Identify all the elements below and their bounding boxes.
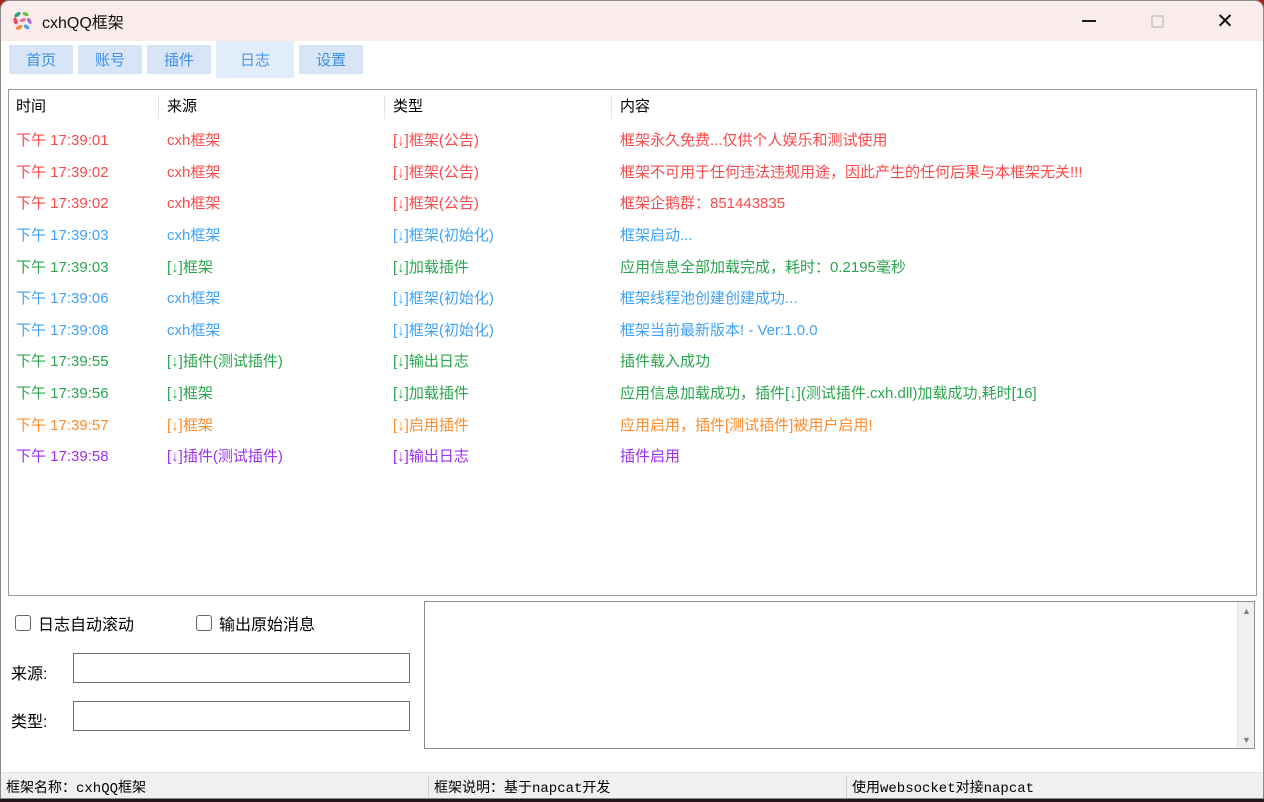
app-logo-icon (11, 10, 33, 32)
cell-type: [↓]输出日志 (385, 350, 612, 371)
log-header: 时间来源类型内容 (9, 90, 1256, 124)
cell-source: cxh框架 (159, 161, 385, 182)
cell-type: [↓]框架(初始化) (385, 224, 612, 245)
cell-time: 下午 17:39:55 (9, 350, 159, 371)
table-row[interactable]: 下午 17:39:03cxh框架[↓]框架(初始化)框架启动... (9, 219, 1256, 251)
source-field-label: 来源: (11, 660, 47, 684)
close-button[interactable]: ✕ (1191, 1, 1259, 41)
table-row[interactable]: 下午 17:39:56[↓]框架[↓]加载插件应用信息加载成功，插件[↓](测试… (9, 377, 1256, 409)
cell-source: [↓]插件(测试插件) (159, 445, 385, 466)
status-bar: 框架名称：cxhQQ框架 框架说明：基于napcat开发 使用websocket… (1, 772, 1263, 799)
raw-message-text (425, 602, 1237, 748)
cell-content: 应用信息全部加载完成，耗时：0.2195毫秒 (612, 256, 1256, 277)
cell-content: 框架当前最新版本! - Ver:1.0.0 (612, 319, 1256, 340)
tab-home[interactable]: 首页 (9, 45, 73, 74)
cell-time: 下午 17:39:08 (9, 319, 159, 340)
table-row[interactable]: 下午 17:39:08cxh框架[↓]框架(初始化)框架当前最新版本! - Ve… (9, 314, 1256, 346)
tab-account[interactable]: 账号 (78, 45, 142, 74)
minimize-icon (1082, 20, 1096, 22)
tab-settings[interactable]: 设置 (299, 45, 363, 74)
table-row[interactable]: 下午 17:39:03[↓]框架[↓]加载插件应用信息全部加载完成，耗时：0.2… (9, 250, 1256, 282)
table-row[interactable]: 下午 17:39:58[↓]插件(测试插件)[↓]输出日志插件启用 (9, 440, 1256, 472)
cell-type: [↓]框架(公告) (385, 192, 612, 213)
cell-time: 下午 17:39:57 (9, 414, 159, 435)
maximize-icon (1151, 15, 1164, 28)
cell-time: 下午 17:39:02 (9, 192, 159, 213)
tab-log[interactable]: 日志 (216, 41, 294, 78)
table-row[interactable]: 下午 17:39:57[↓]框架[↓]启用插件应用启用，插件[测试插件]被用户启… (9, 408, 1256, 440)
cell-time: 下午 17:39:03 (9, 256, 159, 277)
window-controls: ✕ (1055, 1, 1259, 41)
cell-source: cxh框架 (159, 129, 385, 150)
cell-source: [↓]插件(测试插件) (159, 350, 385, 371)
type-input[interactable] (73, 701, 410, 731)
cell-source: cxh框架 (159, 319, 385, 340)
cell-content: 应用启用，插件[测试插件]被用户启用! (612, 414, 1256, 435)
table-row[interactable]: 下午 17:39:55[↓]插件(测试插件)[↓]输出日志插件载入成功 (9, 345, 1256, 377)
cell-content: 应用信息加载成功，插件[↓](测试插件.cxh.dll)加载成功,耗时[16] (612, 382, 1256, 403)
cell-time: 下午 17:39:01 (9, 129, 159, 150)
tab-plugin[interactable]: 插件 (147, 45, 211, 74)
cell-type: [↓]框架(初始化) (385, 319, 612, 340)
app-window: cxhQQ框架 ✕ 首页账号插件日志设置 时间来源类型内容 下午 17:39:0… (0, 0, 1264, 799)
scroll-down-icon[interactable]: ▼ (1238, 731, 1255, 748)
tab-bar: 首页账号插件日志设置 (1, 41, 1263, 78)
cell-type: [↓]加载插件 (385, 256, 612, 277)
cell-type: [↓]框架(公告) (385, 129, 612, 150)
cell-content: 插件载入成功 (612, 350, 1256, 371)
cell-time: 下午 17:39:02 (9, 161, 159, 182)
column-header-3[interactable]: 内容 (612, 95, 1256, 119)
raw-output-checkbox[interactable] (196, 615, 212, 631)
status-divider (846, 776, 847, 798)
maximize-button[interactable] (1123, 1, 1191, 41)
cell-content: 框架不可用于任何违法违规用途，因此产生的任何后果与本框架无关!!! (612, 161, 1256, 182)
raw-message-scrollbar[interactable]: ▲ ▼ (1237, 602, 1254, 748)
log-rows: 下午 17:39:01cxh框架[↓]框架(公告)框架永久免费...仅供个人娱乐… (9, 124, 1256, 472)
cell-source: [↓]框架 (159, 382, 385, 403)
cell-source: cxh框架 (159, 224, 385, 245)
cell-content: 框架企鹅群：851443835 (612, 192, 1256, 213)
table-row[interactable]: 下午 17:39:02cxh框架[↓]框架(公告)框架企鹅群：851443835 (9, 187, 1256, 219)
table-row[interactable]: 下午 17:39:02cxh框架[↓]框架(公告)框架不可用于任何违法违规用途，… (9, 156, 1256, 188)
cell-time: 下午 17:39:58 (9, 445, 159, 466)
source-input[interactable] (73, 653, 410, 683)
close-icon: ✕ (1216, 11, 1234, 32)
cell-source: cxh框架 (159, 287, 385, 308)
raw-output-label: 输出原始消息 (219, 611, 315, 635)
window-title: cxhQQ框架 (42, 9, 124, 33)
checkbox-row: 日志自动滚动 输出原始消息 (15, 611, 315, 635)
cell-content: 框架永久免费...仅供个人娱乐和测试使用 (612, 129, 1256, 150)
cell-time: 下午 17:39:56 (9, 382, 159, 403)
scroll-up-icon[interactable]: ▲ (1238, 602, 1255, 619)
cell-content: 框架线程池创建创建成功... (612, 287, 1256, 308)
type-field-label: 类型: (11, 708, 47, 732)
raw-message-box[interactable]: ▲ ▼ (424, 601, 1255, 749)
cell-type: [↓]加载插件 (385, 382, 612, 403)
status-divider (428, 776, 429, 798)
table-row[interactable]: 下午 17:39:01cxh框架[↓]框架(公告)框架永久免费...仅供个人娱乐… (9, 124, 1256, 156)
column-header-0[interactable]: 时间 (9, 95, 159, 119)
title-bar: cxhQQ框架 ✕ (1, 1, 1263, 41)
cell-type: [↓]启用插件 (385, 414, 612, 435)
cell-time: 下午 17:39:06 (9, 287, 159, 308)
log-table: 时间来源类型内容 下午 17:39:01cxh框架[↓]框架(公告)框架永久免费… (8, 89, 1257, 596)
cell-source: cxh框架 (159, 192, 385, 213)
cell-content: 插件启用 (612, 445, 1256, 466)
cell-type: [↓]框架(公告) (385, 161, 612, 182)
cell-source: [↓]框架 (159, 256, 385, 277)
status-framework-name: 框架名称：cxhQQ框架 (6, 773, 146, 799)
cell-source: [↓]框架 (159, 414, 385, 435)
cell-type: [↓]框架(初始化) (385, 287, 612, 308)
status-framework-description: 框架说明：基于napcat开发 (434, 773, 610, 799)
cell-type: [↓]输出日志 (385, 445, 612, 466)
autoscroll-checkbox[interactable] (15, 615, 31, 631)
table-row[interactable]: 下午 17:39:06cxh框架[↓]框架(初始化)框架线程池创建创建成功... (9, 282, 1256, 314)
column-header-2[interactable]: 类型 (385, 95, 612, 119)
cell-time: 下午 17:39:03 (9, 224, 159, 245)
cell-content: 框架启动... (612, 224, 1256, 245)
status-connection-info: 使用websocket对接napcat (852, 773, 1034, 799)
column-header-1[interactable]: 来源 (159, 95, 385, 119)
minimize-button[interactable] (1055, 1, 1123, 41)
autoscroll-label: 日志自动滚动 (38, 611, 134, 635)
